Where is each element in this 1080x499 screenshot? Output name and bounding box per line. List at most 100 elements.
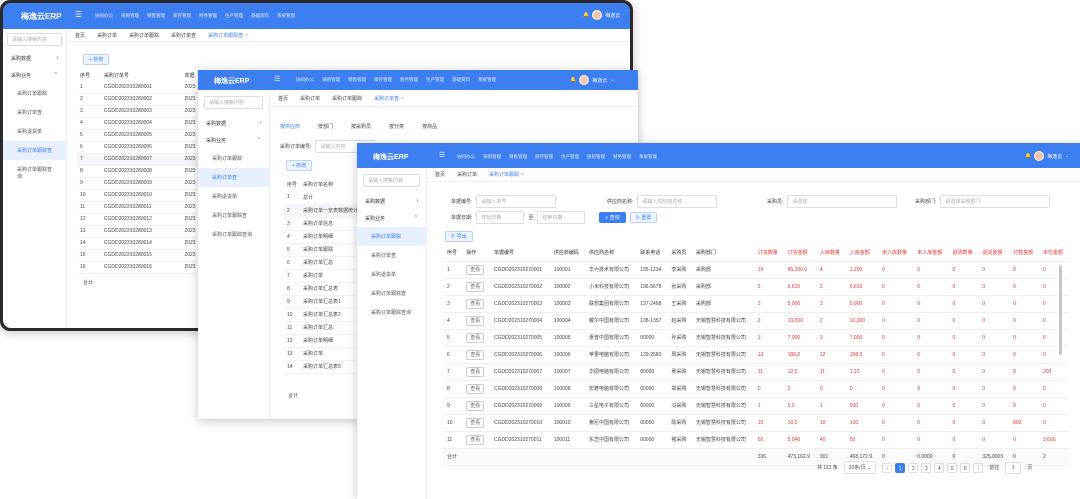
- table-row[interactable]: 12 采购订单明细: [284, 334, 362, 348]
- menu-item[interactable]: 财务管理: [613, 154, 631, 160]
- table-row[interactable]: 1 CGDD202310280001 2023: [77, 81, 207, 94]
- view-button[interactable]: 查看: [466, 282, 485, 292]
- table-row[interactable]: 2 CGDD202310280002 2023: [77, 93, 207, 106]
- tab[interactable]: 首页: [278, 95, 288, 102]
- table-row[interactable]: 9 查看 CGDD202310270009 100009 三星电子有限公司 00000 冯采…: [443, 397, 1069, 415]
- table-row[interactable]: 1 总计: [284, 191, 362, 205]
- goto-input[interactable]: 1: [1005, 461, 1022, 474]
- prev-page-icon[interactable]: ‹: [882, 462, 893, 473]
- menu-item[interactable]: 库存管理: [535, 154, 553, 160]
- sidebar-item[interactable]: 采购订单跟踪查询: [198, 225, 269, 244]
- table-row[interactable]: 15 CGDD202310280015 2023: [77, 249, 207, 262]
- bell-icon[interactable]: 🔔: [583, 12, 589, 18]
- table-row[interactable]: 12 CGDD202310280012 2023: [77, 213, 207, 226]
- add-button[interactable]: + 新增: [83, 54, 110, 65]
- tab[interactable]: 采购订单跟踪: [332, 95, 362, 102]
- sidebar-item[interactable]: 采购订单跟踪: [198, 149, 269, 168]
- dept-select[interactable]: 请选择采购部门: [940, 195, 1051, 208]
- table-row[interactable]: 3 CGDD202310280003 2023: [77, 105, 207, 118]
- sidebar-search[interactable]: 请输入搜索内容: [204, 96, 263, 109]
- menu-item[interactable]: 销售管理: [509, 154, 527, 160]
- page-button[interactable]: 2: [908, 462, 919, 473]
- table-row[interactable]: 7 CGDD202310280007 2023: [77, 153, 207, 166]
- table-row[interactable]: 1 查看 CGDD202310270001 100001 华为技术有限公司 135-123…: [443, 261, 1069, 279]
- sub-tab-active[interactable]: 按供应商: [280, 123, 300, 130]
- menu-item[interactable]: 系统管理: [478, 77, 496, 83]
- view-button[interactable]: 查看: [466, 384, 485, 394]
- sidebar-item-active[interactable]: 采购订单跟踪查: [3, 141, 66, 160]
- menu-toggle-icon[interactable]: ☰: [439, 151, 445, 159]
- tab[interactable]: 采购订单查: [171, 32, 196, 39]
- buyer-select[interactable]: 请选择: [787, 195, 898, 208]
- sidebar-item[interactable]: 采购订单跟踪查: [357, 284, 426, 303]
- page-button[interactable]: 4: [934, 462, 945, 473]
- menu-toggle-icon[interactable]: ☰: [75, 10, 82, 19]
- sidebar-group[interactable]: 采购业务 ⌃: [198, 132, 269, 149]
- sub-tab[interactable]: 按部门: [318, 123, 333, 130]
- table-row[interactable]: 6 采购订单汇总: [284, 256, 362, 270]
- table-row[interactable]: 13 采购订单: [284, 347, 362, 361]
- menu-item[interactable]: 协同办公: [296, 77, 314, 83]
- end-date-input[interactable]: 结束日期: [537, 211, 586, 224]
- add-button[interactable]: + 新增: [286, 160, 313, 171]
- table-row[interactable]: 11 查看 CGDD202310270011 100011 东芝中国有限公司 00000 褚…: [443, 431, 1069, 449]
- search-button[interactable]: ⌕ 查询: [599, 212, 626, 223]
- view-button[interactable]: 查看: [466, 418, 485, 428]
- view-button[interactable]: 查看: [466, 367, 485, 377]
- menu-item[interactable]: 基础资料: [251, 13, 269, 19]
- table-row[interactable]: 7 采购订单: [284, 269, 362, 283]
- page-button[interactable]: 5: [947, 462, 958, 473]
- tab[interactable]: 采购订单跟踪: [129, 32, 159, 39]
- table-row[interactable]: 5 CGDD202310280005 2023: [77, 129, 207, 142]
- table-row[interactable]: 10 CGDD202310280010 2023: [77, 189, 207, 202]
- tab[interactable]: 采购订单: [457, 171, 477, 178]
- menu-item[interactable]: 销售管理: [348, 77, 366, 83]
- view-button[interactable]: 查看: [466, 401, 485, 411]
- sub-tab[interactable]: 按采购员: [351, 123, 371, 130]
- tab[interactable]: 采购订单: [97, 32, 117, 39]
- view-button[interactable]: 查看: [466, 350, 485, 360]
- tab[interactable]: 首页: [75, 32, 85, 39]
- sidebar-item[interactable]: 采购退货单: [357, 265, 426, 284]
- sidebar-item[interactable]: 采购订单跟踪查询: [357, 303, 426, 322]
- view-button[interactable]: 查看: [466, 265, 485, 275]
- sidebar-search[interactable]: 请输入搜索内容: [7, 33, 62, 46]
- table-row[interactable]: 14 采购订单汇总表3: [284, 360, 362, 374]
- table-row[interactable]: 9 采购订单汇总表1: [284, 295, 362, 309]
- user-menu[interactable]: 🔔 梅逸云 ⌄: [570, 75, 614, 85]
- view-button[interactable]: 查看: [466, 333, 485, 343]
- table-row[interactable]: 14 CGDD202310280014 2023: [77, 237, 207, 250]
- menu-item[interactable]: 采购管理: [483, 154, 501, 160]
- menu-item[interactable]: 生产管理: [561, 154, 579, 160]
- table-row[interactable]: 4 查看 CGDD202310270004 100004 戴尔中国有限公司 138-135…: [443, 312, 1069, 330]
- table-row[interactable]: 10 采购订单汇总表2: [284, 308, 362, 322]
- sidebar-item-active[interactable]: 采购订单查: [198, 168, 269, 187]
- menu-toggle-icon[interactable]: ☰: [274, 75, 280, 83]
- start-date-input[interactable]: 开始日期: [476, 211, 525, 224]
- sidebar-search[interactable]: 请输入搜索内容: [363, 174, 420, 187]
- sub-tab[interactable]: 按商品: [422, 123, 437, 130]
- table-row[interactable]: 5 查看 CGDD202310270005 100005 惠普中国有限公司 00000 孙采…: [443, 329, 1069, 347]
- bell-icon[interactable]: 🔔: [1025, 153, 1031, 159]
- table-row[interactable]: 8 查看 CGDD202310270008 100008 宏碁电脑有限公司 00000 郑采…: [443, 380, 1069, 398]
- sub-tab[interactable]: 按分类: [389, 123, 404, 130]
- sidebar-item[interactable]: 采购订单跟踪查询: [3, 160, 66, 186]
- user-menu[interactable]: 🔔 梅逸云 ⌄: [1025, 151, 1069, 161]
- menu-item[interactable]: 销售管理: [147, 13, 165, 19]
- menu-item[interactable]: 系统管理: [277, 13, 295, 19]
- table-row[interactable]: 11 采购订单汇总: [284, 321, 362, 335]
- supplier-input[interactable]: 请输入供应商名称: [637, 195, 718, 208]
- table-row[interactable]: 6 CGDD202310280006 2023: [77, 141, 207, 154]
- tab-active[interactable]: 采购订单跟踪 ×: [489, 171, 524, 178]
- table-row[interactable]: 11 CGDD202310280011 2023: [77, 201, 207, 214]
- menu-item[interactable]: 基础资料: [452, 77, 470, 83]
- view-button[interactable]: 查看: [466, 435, 485, 445]
- reset-button[interactable]: ↻ 重置: [629, 212, 658, 223]
- docno-input[interactable]: 请输入单号: [476, 195, 557, 208]
- sidebar-item[interactable]: 采购退货单: [198, 187, 269, 206]
- sidebar-item-active[interactable]: 采购订单跟踪: [357, 227, 426, 246]
- menu-item[interactable]: 采购管理: [322, 77, 340, 83]
- tab[interactable]: 首页: [435, 171, 445, 178]
- sidebar-group[interactable]: 采购数据 ›: [357, 193, 426, 210]
- menu-item[interactable]: 生产管理: [426, 77, 444, 83]
